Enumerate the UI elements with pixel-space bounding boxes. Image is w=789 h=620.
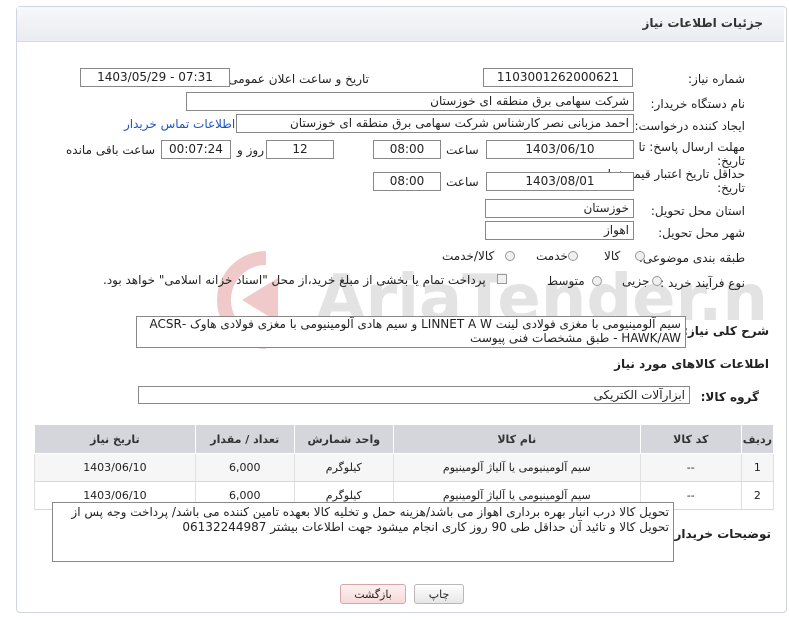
contact-info-link[interactable]: اطلاعات تماس خریدار (124, 117, 235, 131)
province-label: استان محل تحویل: (650, 204, 745, 218)
creator-label: ایجاد کننده درخواست: (634, 119, 745, 133)
creator-field: احمد مزبانی نصر کارشناس شرکت سهامی برق م… (236, 114, 634, 133)
category-radio-service[interactable] (568, 251, 578, 261)
validity-time-field: 08:00 (373, 172, 441, 191)
category-option-goods: کالا (604, 249, 621, 263)
row-index: 2 (740, 481, 775, 510)
summary-line-1: سیم آلومینیومی با مغزی فولادی لینت LINNE… (149, 317, 681, 331)
remaining-label: ساعت باقی مانده (66, 143, 156, 157)
province-field: خوزستان (485, 199, 634, 218)
goods-table: ردیف کد کالا نام کالا واحد شمارش تعداد /… (34, 424, 775, 510)
summary-label: شرح کلی نیاز: (683, 324, 769, 338)
buyer-field: شرکت سهامی برق منطقه ای خوزستان (186, 92, 634, 111)
row-index: 1 (740, 453, 775, 482)
col-index: ردیف (740, 424, 775, 454)
buyer-label: نام دستگاه خریدار: (650, 97, 746, 111)
col-qty: تعداد / مقدار (194, 424, 295, 454)
row-name: سیم آلومینیومی یا آلیاژ آلومینیوم (392, 453, 641, 482)
back-button[interactable]: بازگشت (340, 584, 406, 604)
category-option-service: خدمت (536, 249, 568, 263)
category-label: طبقه بندی موضوعی: (638, 251, 745, 265)
need-number-label: شماره نیاز: (688, 72, 745, 86)
buyer-notes-line-2: تحویل کالا و تائید آن حداقل طی 90 روز کا… (182, 520, 669, 534)
summary-line-2: HAWK/AW - طبق مشخصات فنی پیوست (470, 331, 681, 345)
remaining-time-field: 00:07:24 (161, 140, 231, 159)
row-unit: کیلوگرم (293, 453, 394, 482)
table-header-row: ردیف کد کالا نام کالا واحد شمارش تعداد /… (34, 424, 775, 454)
process-radio-minor[interactable] (652, 276, 662, 286)
category-radio-goods-service[interactable] (505, 251, 515, 261)
treasury-note: پرداخت تمام یا بخشی از مبلغ خرید،از محل … (103, 273, 486, 287)
col-code: کد کالا (639, 424, 742, 454)
col-unit: واحد شمارش (293, 424, 394, 454)
row-qty: 6,000 (194, 453, 295, 482)
deadline-date-field: 1403/06/10 (486, 140, 634, 159)
need-number-field: 1103001262000621 (483, 68, 633, 87)
col-date: تاریخ نیاز (34, 424, 196, 454)
goods-group-field: ابزارآلات الکتریکی (138, 386, 690, 404)
process-radio-medium[interactable] (592, 276, 602, 286)
goods-group-label: گروه کالا: (700, 390, 759, 404)
validity-time-label: ساعت (446, 175, 479, 189)
validity-date-label: تاریخ: (717, 181, 745, 195)
days-label: روز و (237, 143, 264, 157)
days-field: 12 (266, 140, 334, 159)
table-row: 1 -- سیم آلومینیومی یا آلیاژ آلومینیوم ک… (34, 453, 775, 482)
announce-field: 1403/05/29 - 07:31 (80, 68, 230, 87)
process-option-medium: متوسط (547, 274, 585, 288)
process-label: نوع فرآیند خرید : (660, 276, 745, 290)
row-code: -- (639, 453, 742, 482)
process-option-minor: جزیی (622, 274, 650, 288)
category-option-goods-service: کالا/خدمت (442, 249, 495, 263)
buyer-notes-label: توضیحات خریدار: (669, 527, 771, 541)
row-date: 1403/06/10 (34, 453, 196, 482)
city-label: شهر محل تحویل: (658, 226, 745, 240)
buyer-notes-field: تحویل کالا درب انبار بهره برداری اهواز م… (52, 502, 674, 562)
announce-label: تاریخ و ساعت اعلان عمومی: (224, 72, 369, 86)
page-title: جزئیات اطلاعات نیاز (642, 16, 763, 30)
deadline-time-label: ساعت (446, 143, 479, 157)
buyer-notes-line-1: تحویل کالا درب انبار بهره برداری اهواز م… (71, 505, 669, 519)
deadline-date-label: تاریخ: (717, 154, 745, 168)
treasury-checkbox[interactable] (497, 274, 507, 284)
city-field: اهواز (485, 221, 634, 240)
print-button[interactable]: چاپ (414, 584, 464, 604)
goods-section-title: اطلاعات کالاهای مورد نیاز (614, 357, 769, 371)
deadline-label: مهلت ارسال پاسخ: تا (638, 140, 745, 154)
validity-date-field: 1403/08/01 (486, 172, 634, 191)
summary-field: سیم آلومینیومی با مغزی فولادی لینت LINNE… (136, 316, 686, 348)
category-radio-goods[interactable] (635, 251, 645, 261)
deadline-time-field: 08:00 (373, 140, 441, 159)
col-name: نام کالا (392, 424, 641, 454)
